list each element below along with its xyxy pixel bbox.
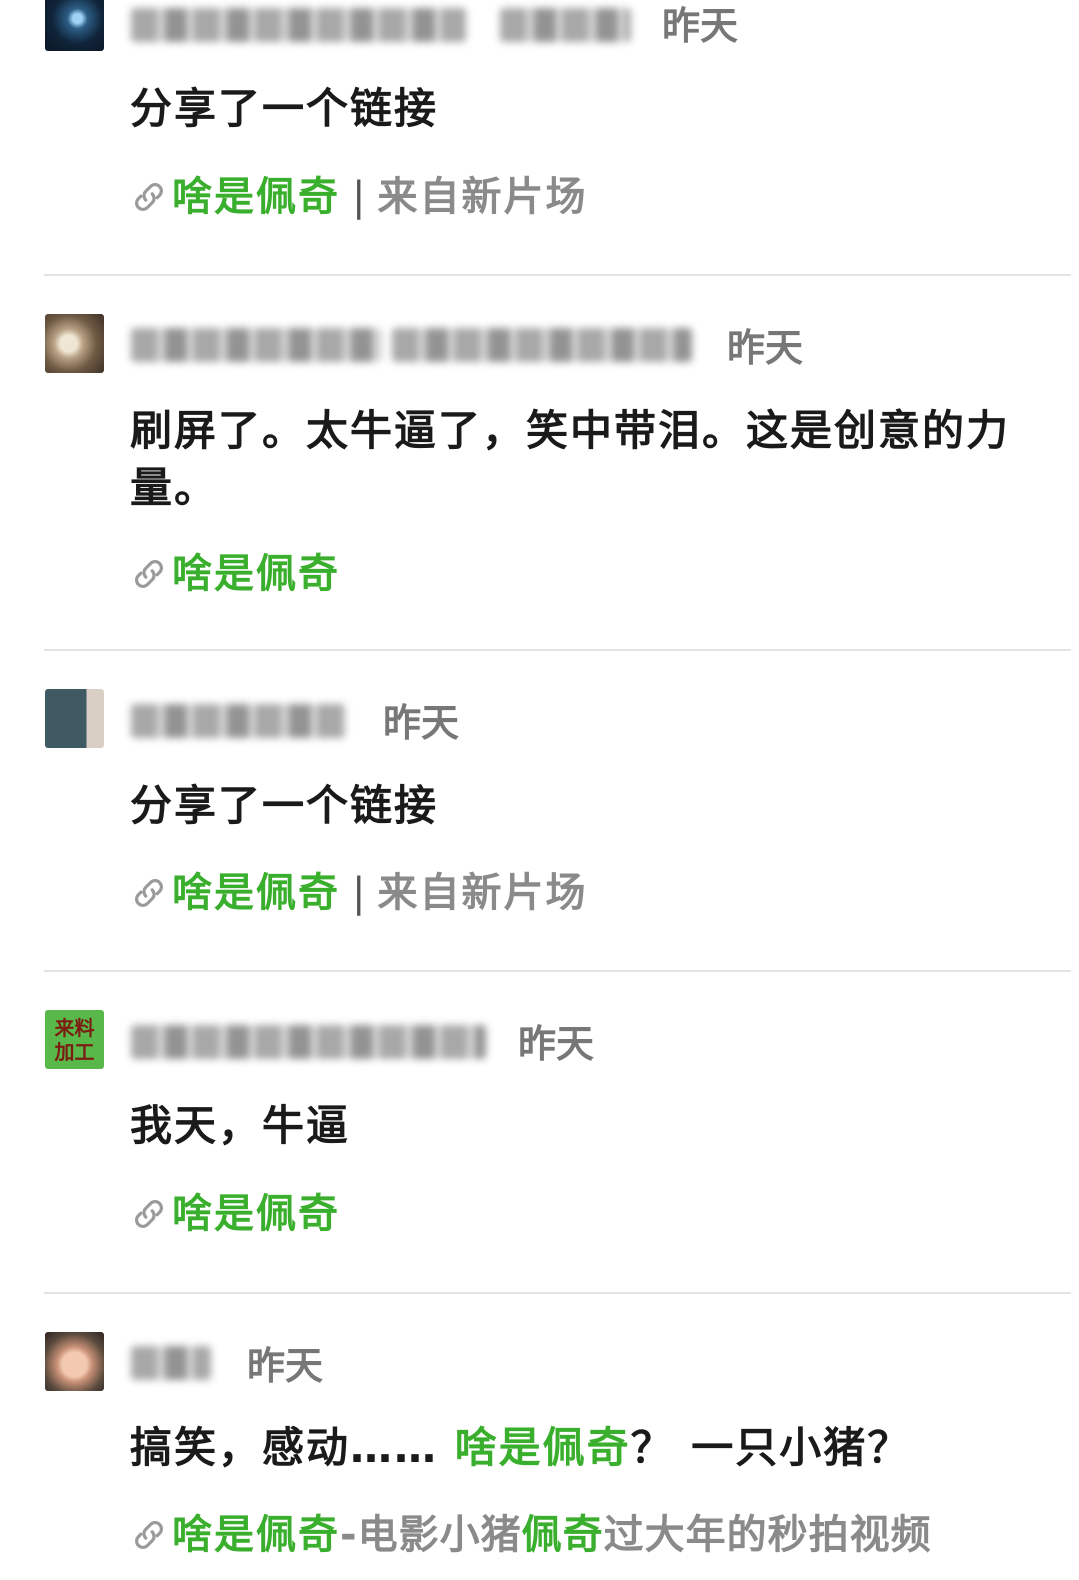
post-timestamp: 昨天 bbox=[727, 326, 804, 370]
link-icon bbox=[135, 879, 163, 907]
user-name-blurred[interactable] bbox=[131, 8, 466, 42]
shared-link[interactable]: 啥是佩奇 bbox=[130, 1189, 340, 1239]
link-separator: | bbox=[352, 870, 366, 916]
link-title[interactable]: 啥是佩奇 bbox=[172, 177, 340, 217]
link-source: 来自新片场 bbox=[377, 870, 588, 916]
link-separator: | bbox=[352, 174, 366, 220]
link-title[interactable]: 啥是佩奇 bbox=[172, 1194, 340, 1234]
link-subtitle-highlight: 佩奇 bbox=[521, 1512, 604, 1558]
divider bbox=[44, 649, 1071, 651]
link-subtitle-part: -电影小猪 bbox=[340, 1512, 522, 1558]
link-icon bbox=[135, 183, 163, 211]
post-text: 刷屏了。太牛逼了，笑中带泪。这是创意的力量。 bbox=[130, 406, 1011, 512]
user-name-blurred[interactable] bbox=[131, 328, 381, 362]
post-text: 我天，牛逼 bbox=[130, 1101, 351, 1150]
link-subtitle: -电影小猪佩奇过大年的秒拍视频 bbox=[340, 1515, 932, 1555]
post-text-part: 搞笑，感动…… bbox=[130, 1423, 455, 1472]
avatar-text: 来料加工 bbox=[54, 1015, 95, 1064]
link-source: 来自新片场 bbox=[377, 174, 588, 220]
user-name-blurred[interactable] bbox=[392, 328, 692, 362]
divider bbox=[44, 970, 1071, 972]
link-subtitle-part: 过大年的秒拍视频 bbox=[603, 1512, 932, 1558]
user-name-blurred[interactable] bbox=[131, 704, 346, 738]
user-name-blurred[interactable] bbox=[500, 8, 631, 42]
link-title[interactable]: 啥是佩奇 bbox=[172, 554, 340, 594]
post-text-part: ？ 一只小猪？ bbox=[630, 1423, 912, 1472]
post-timestamp: 昨天 bbox=[383, 701, 460, 745]
user-name-blurred[interactable] bbox=[131, 1346, 211, 1380]
divider bbox=[44, 1292, 1071, 1294]
link-title[interactable]: 啥是佩奇 bbox=[172, 1515, 340, 1555]
avatar[interactable]: 来料加工 bbox=[45, 1010, 104, 1069]
link-icon bbox=[135, 1521, 163, 1549]
post-text: 分享了一个链接 bbox=[130, 781, 439, 830]
post-text: 分享了一个链接 bbox=[130, 84, 439, 133]
shared-link[interactable]: 啥是佩奇 -电影小猪佩奇过大年的秒拍视频 bbox=[130, 1510, 932, 1560]
shared-link[interactable]: 啥是佩奇 | 来自新片场 bbox=[130, 172, 587, 222]
avatar[interactable] bbox=[45, 314, 104, 373]
avatar[interactable] bbox=[45, 1332, 104, 1391]
avatar[interactable] bbox=[45, 0, 104, 51]
divider bbox=[44, 274, 1071, 276]
avatar[interactable] bbox=[45, 689, 104, 748]
post-timestamp: 昨天 bbox=[662, 4, 739, 48]
user-name-blurred[interactable] bbox=[131, 1025, 486, 1059]
link-icon bbox=[135, 560, 163, 588]
post-timestamp: 昨天 bbox=[247, 1344, 324, 1388]
post-text: 搞笑，感动…… 啥是佩奇？ 一只小猪？ bbox=[130, 1419, 1030, 1476]
post-text-link[interactable]: 啥是佩奇 bbox=[455, 1423, 631, 1472]
link-icon bbox=[135, 1200, 163, 1228]
link-title[interactable]: 啥是佩奇 bbox=[172, 873, 340, 913]
comment-feed: 昨天 分享了一个链接 啥是佩奇 | 来自新片场 昨天 刷屏了。太牛逼了，笑中带泪… bbox=[0, 0, 1079, 1580]
shared-link[interactable]: 啥是佩奇 | 来自新片场 bbox=[130, 868, 587, 918]
post-timestamp: 昨天 bbox=[518, 1022, 595, 1066]
shared-link[interactable]: 啥是佩奇 bbox=[130, 549, 340, 599]
